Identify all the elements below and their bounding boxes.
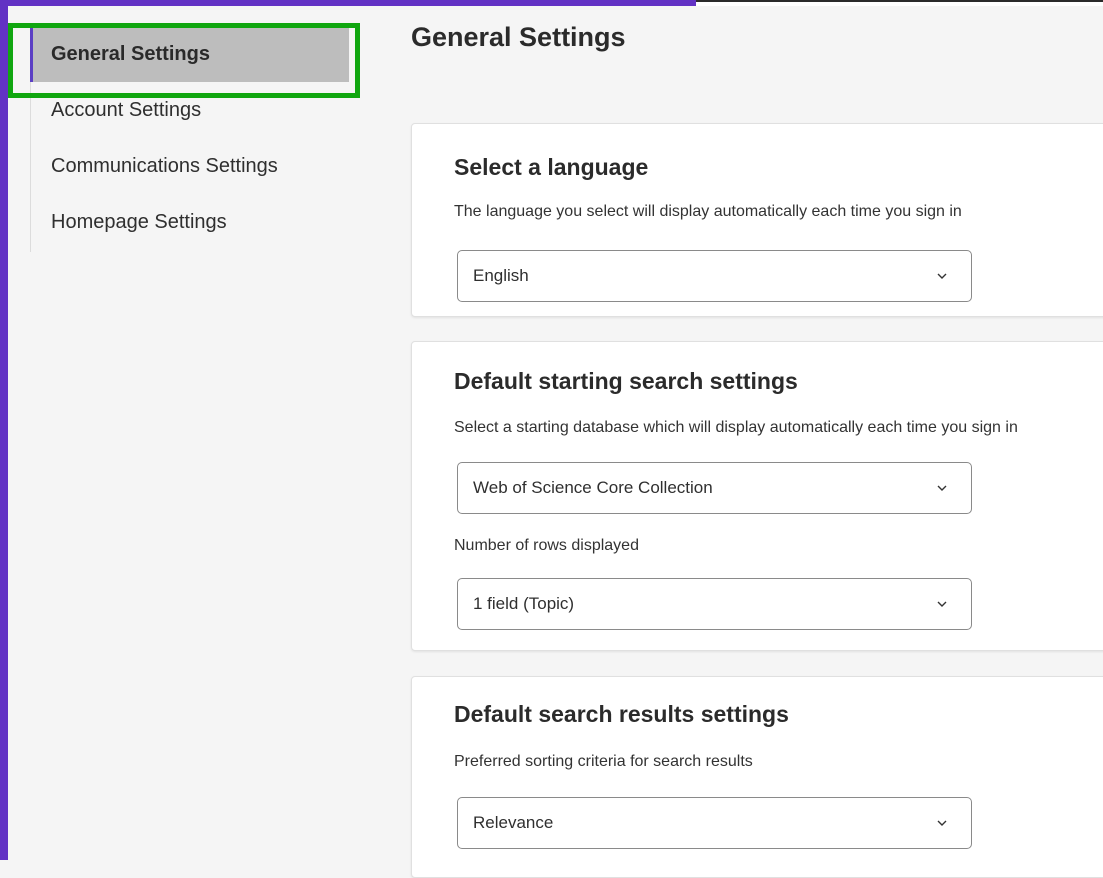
- language-description: The language you select will display aut…: [454, 203, 962, 220]
- language-select-value: English: [473, 266, 529, 285]
- settings-main: General Settings Select a language The l…: [360, 6, 1103, 878]
- sidebar-item-general-settings[interactable]: General Settings: [30, 26, 349, 82]
- search-settings-card: Default starting search settings Select …: [411, 341, 1103, 651]
- rows-select[interactable]: 1 field (Topic): [457, 578, 972, 630]
- chevron-down-icon: [937, 601, 947, 607]
- rows-label: Number of rows displayed: [454, 537, 639, 554]
- results-settings-heading: Default search results settings: [454, 701, 789, 727]
- chevron-down-icon: [937, 820, 947, 826]
- language-heading: Select a language: [454, 154, 649, 180]
- sidebar-item-homepage-settings[interactable]: Homepage Settings: [31, 194, 349, 250]
- database-select[interactable]: Web of Science Core Collection: [457, 462, 972, 514]
- page-title: General Settings: [411, 22, 626, 52]
- sort-select-value: Relevance: [473, 813, 554, 832]
- settings-nav: General Settings Account Settings Commun…: [30, 26, 349, 252]
- window-frame-left: [0, 0, 8, 860]
- language-select[interactable]: English: [457, 250, 972, 302]
- sort-label: Preferred sorting criteria for search re…: [454, 753, 753, 770]
- sidebar-item-account-settings[interactable]: Account Settings: [31, 82, 349, 138]
- search-settings-heading: Default starting search settings: [454, 368, 798, 394]
- chevron-down-icon: [937, 485, 947, 491]
- sort-select[interactable]: Relevance: [457, 797, 972, 849]
- language-card: Select a language The language you selec…: [411, 123, 1103, 317]
- settings-sidebar: General Settings Account Settings Commun…: [8, 6, 360, 860]
- rows-select-value: 1 field (Topic): [473, 594, 575, 613]
- sidebar-item-communications-settings[interactable]: Communications Settings: [31, 138, 349, 194]
- results-settings-card: Default search results settings Preferre…: [411, 676, 1103, 878]
- chevron-down-icon: [937, 273, 947, 279]
- database-select-value: Web of Science Core Collection: [473, 478, 713, 497]
- database-description: Select a starting database which will di…: [454, 419, 1018, 436]
